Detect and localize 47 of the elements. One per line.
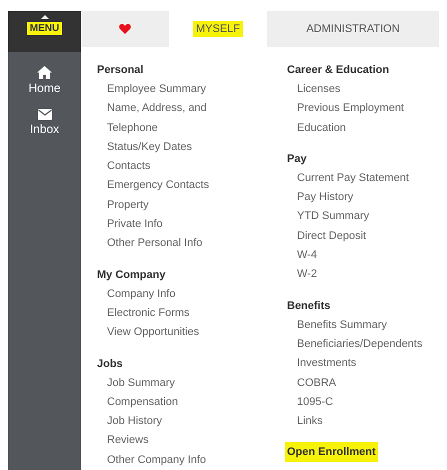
- menu-link[interactable]: Pay History: [297, 188, 354, 208]
- nav-tab[interactable]: ADMINISTRATION: [267, 11, 439, 47]
- menu-link[interactable]: Investments: [297, 354, 356, 374]
- menu-link[interactable]: Direct Deposit: [297, 226, 366, 246]
- menu-link[interactable]: Other Company Info: [107, 450, 206, 470]
- menu-link[interactable]: Reviews: [107, 431, 149, 451]
- menu-link[interactable]: Job History: [107, 412, 162, 432]
- menu-link[interactable]: 1095-C: [297, 392, 334, 412]
- menu-link[interactable]: Other Personal Info: [107, 234, 202, 254]
- section-heading: My Company: [96, 268, 166, 283]
- menu-link[interactable]: Compensation: [107, 392, 178, 412]
- menu-link[interactable]: Property: [107, 196, 149, 216]
- favorites-tab[interactable]: [81, 11, 169, 47]
- section-heading: Personal: [96, 62, 144, 78]
- mail-icon: [38, 109, 52, 120]
- menu-link[interactable]: Benefits Summary: [297, 316, 387, 335]
- menu-link[interactable]: COBRA: [297, 374, 336, 393]
- menu-link[interactable]: View Opportunities: [107, 323, 200, 343]
- menu-link[interactable]: W-2: [297, 265, 317, 285]
- section-heading: Open Enrollment: [285, 442, 378, 462]
- caret-icon: [40, 15, 48, 19]
- section-heading: Pay: [286, 152, 308, 167]
- menu-link[interactable]: Current Pay Statement: [297, 168, 409, 188]
- menu-link[interactable]: Employee Summary: [107, 80, 206, 100]
- section-heading: Jobs: [96, 356, 124, 372]
- sidebar-item[interactable]: Inbox: [8, 109, 81, 136]
- menu-link[interactable]: Beneficiaries/Dependents: [297, 334, 422, 354]
- menu-link[interactable]: Job Summary: [107, 374, 175, 393]
- menu-link[interactable]: Licenses: [297, 80, 340, 100]
- section-heading: Benefits: [286, 298, 332, 314]
- menu-link[interactable]: Company Info: [107, 284, 176, 304]
- menu-link[interactable]: Contacts: [107, 157, 150, 176]
- menu-link[interactable]: Electronic Forms: [107, 304, 190, 324]
- menu-link[interactable]: Previous Employment: [297, 99, 404, 119]
- section-heading: Career & Education: [286, 62, 390, 78]
- menu-link[interactable]: Links: [297, 412, 323, 432]
- home-icon: [37, 66, 52, 79]
- menu-link[interactable]: Education: [297, 118, 346, 138]
- menu-link[interactable]: Name, Address, and Telephone: [107, 99, 232, 138]
- menu-link[interactable]: Private Info: [107, 215, 163, 234]
- menu-button[interactable]: MENU: [26, 22, 62, 35]
- menu-link[interactable]: Emergency Contacts: [107, 176, 210, 196]
- heart-icon: [119, 23, 131, 34]
- sidebar-item[interactable]: Home: [8, 66, 81, 95]
- menu-link[interactable]: W-4: [297, 246, 317, 266]
- menu-link[interactable]: Status/Key Dates: [107, 138, 192, 158]
- menu-link[interactable]: YTD Summary: [297, 207, 370, 227]
